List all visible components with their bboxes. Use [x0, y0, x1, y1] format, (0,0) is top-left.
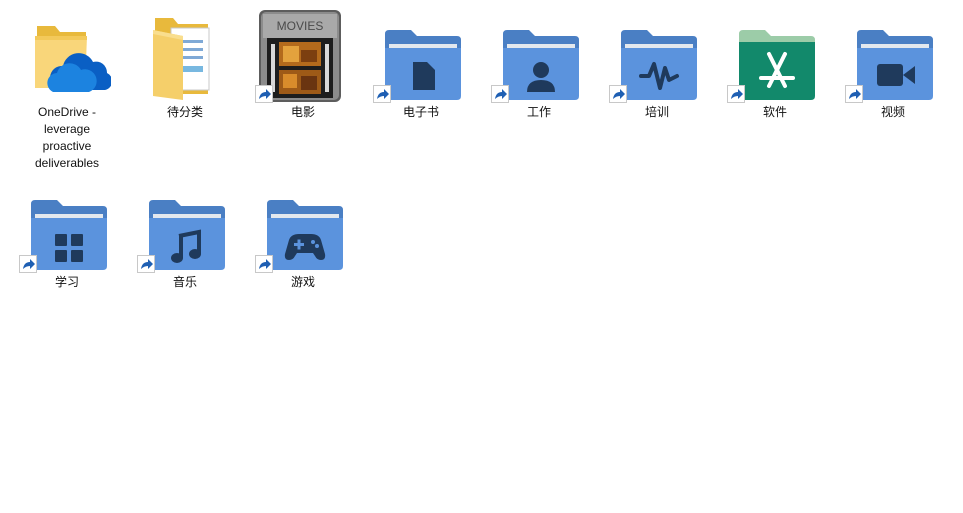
person-folder-icon — [503, 10, 587, 102]
gamepad-folder-icon — [267, 180, 351, 272]
desktop-item-software[interactable]: 软件 — [725, 0, 825, 165]
desktop: OneDrive - leverage proactive deliverabl… — [0, 0, 963, 513]
book-folder-icon — [385, 10, 469, 102]
shortcut-arrow-icon — [137, 255, 155, 273]
desktop-item-uncategorized[interactable]: 待分类 — [135, 0, 235, 165]
folder-icon — [149, 10, 233, 102]
appstore-folder-icon — [739, 10, 823, 102]
desktop-item-movies[interactable]: MOVIES 电影 — [253, 0, 353, 165]
desktop-item-label: 电子书 — [402, 105, 439, 119]
desktop-item-label: 软件 — [762, 105, 787, 119]
desktop-item-study[interactable]: 学习 — [17, 170, 117, 335]
desktop-item-label: 音乐 — [172, 275, 197, 289]
desktop-item-label: 工作 — [526, 105, 551, 119]
desktop-item-onedrive[interactable]: OneDrive - leverage proactive deliverabl… — [17, 0, 117, 170]
waveform-folder-icon — [621, 10, 705, 102]
shortcut-arrow-icon — [491, 85, 509, 103]
desktop-item-music[interactable]: 音乐 — [135, 170, 235, 335]
video-folder-icon — [857, 10, 941, 102]
desktop-item-videos[interactable]: 视频 — [843, 0, 943, 165]
desktop-item-games[interactable]: 游戏 — [253, 170, 353, 335]
desktop-item-training[interactable]: 培训 — [607, 0, 707, 165]
music-folder-icon — [149, 180, 233, 272]
onedrive-folder-icon — [31, 10, 115, 102]
desktop-item-work[interactable]: 工作 — [489, 0, 589, 165]
movies-icon-text: MOVIES — [277, 19, 324, 33]
shortcut-arrow-icon — [19, 255, 37, 273]
shortcut-arrow-icon — [373, 85, 391, 103]
desktop-item-label: OneDrive - leverage proactive deliverabl… — [34, 105, 100, 170]
shortcut-arrow-icon — [845, 85, 863, 103]
shortcut-arrow-icon — [609, 85, 627, 103]
shortcut-arrow-icon — [255, 85, 273, 103]
desktop-item-label: 待分类 — [166, 105, 203, 119]
desktop-item-label: 游戏 — [290, 275, 315, 289]
desktop-item-label: 电影 — [290, 105, 315, 119]
shortcut-arrow-icon — [727, 85, 745, 103]
shortcut-arrow-icon — [255, 255, 273, 273]
desktop-item-label: 视频 — [880, 105, 905, 119]
desktop-item-label: 培训 — [644, 105, 669, 119]
grid-folder-icon — [31, 180, 115, 272]
desktop-item-ebooks[interactable]: 电子书 — [371, 0, 471, 165]
desktop-item-label: 学习 — [54, 275, 79, 289]
